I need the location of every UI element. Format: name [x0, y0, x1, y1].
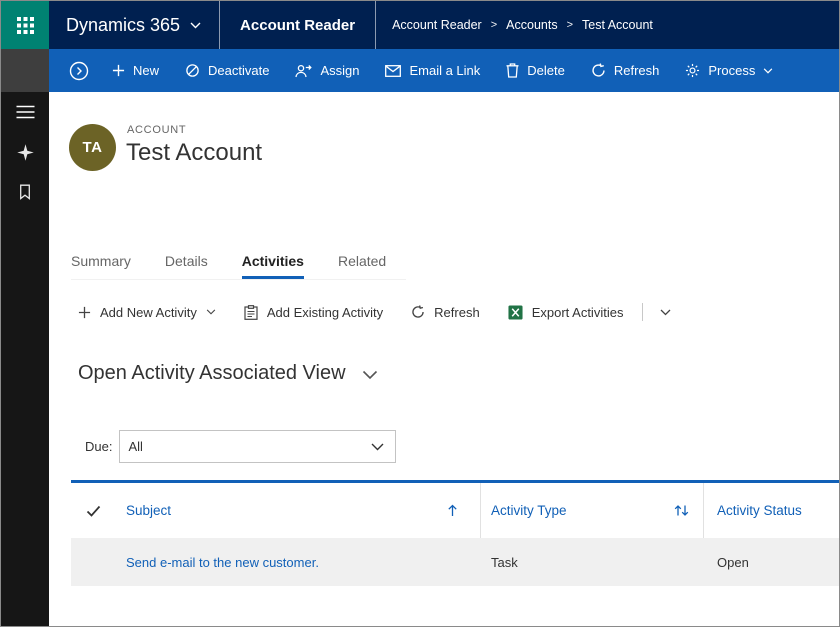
record-set-toggle-button[interactable]: [57, 49, 99, 92]
assign-icon: [295, 64, 312, 78]
column-header-activity-status[interactable]: Activity Status: [704, 483, 839, 538]
breadcrumb-entity[interactable]: Accounts: [506, 18, 557, 32]
view-selector-label: Open Activity Associated View: [78, 362, 346, 385]
command-bar: New Deactivate Assign Email a Link Delet…: [49, 49, 839, 92]
breadcrumb-app[interactable]: Account Reader: [392, 18, 482, 32]
process-button-label: Process: [708, 63, 755, 78]
top-navigation-bar: Dynamics 365 Account Reader Account Read…: [1, 1, 839, 49]
star-icon: [16, 143, 35, 162]
row-activity-status-cell: Open: [704, 555, 839, 570]
bookmark-icon: [18, 184, 32, 200]
record-set-icon: [68, 60, 90, 82]
email-link-button[interactable]: Email a Link: [372, 49, 493, 92]
process-icon: [685, 63, 700, 78]
excel-icon: [508, 305, 523, 320]
chevron-down-icon: [371, 443, 384, 451]
entity-type-label: ACCOUNT: [127, 124, 186, 136]
assign-button[interactable]: Assign: [282, 49, 372, 92]
export-activities-button[interactable]: Export Activities: [494, 305, 638, 320]
toolbar-overflow-button[interactable]: [648, 309, 683, 316]
due-filter-select[interactable]: All: [119, 430, 396, 463]
chevron-down-icon: [660, 309, 671, 316]
delete-button[interactable]: Delete: [493, 49, 578, 92]
refresh-button[interactable]: Refresh: [578, 49, 673, 92]
refresh-button-label: Refresh: [614, 63, 660, 78]
add-existing-activity-button[interactable]: Add Existing Activity: [230, 305, 397, 320]
assign-button-label: Assign: [320, 63, 359, 78]
toolbar-divider: [642, 303, 643, 321]
dynamics-365-window: Dynamics 365 Account Reader Account Read…: [0, 0, 840, 627]
chevron-down-icon: [763, 68, 773, 74]
email-link-button-label: Email a Link: [409, 63, 480, 78]
breadcrumb-record[interactable]: Test Account: [582, 18, 653, 32]
deactivate-icon: [185, 63, 200, 78]
refresh-list-button[interactable]: Refresh: [397, 305, 494, 320]
clipboard-icon: [244, 305, 258, 320]
add-new-activity-label: Add New Activity: [100, 305, 197, 320]
tab-activities[interactable]: Activities: [242, 253, 304, 279]
due-filter-value: All: [128, 439, 142, 454]
process-button[interactable]: Process: [672, 49, 786, 92]
dynamics-home-button[interactable]: Dynamics 365: [49, 1, 219, 49]
row-activity-type-cell: Task: [481, 555, 704, 570]
chevron-down-icon: [362, 370, 378, 380]
main-content: TA ACCOUNT Test Account Summary Details …: [49, 92, 839, 626]
view-selector[interactable]: Open Activity Associated View: [78, 362, 378, 385]
check-icon: [86, 505, 101, 517]
activities-toolbar: Add New Activity Add Existing Activity R…: [71, 297, 683, 327]
export-activities-label: Export Activities: [532, 305, 624, 320]
record-avatar: TA: [69, 124, 116, 171]
select-all-checkbox[interactable]: [71, 483, 126, 538]
sitemap-menu-button[interactable]: [1, 92, 49, 132]
activities-grid: Subject Activity Type Activity Status Se…: [71, 480, 839, 586]
row-subject-cell: Send e-mail to the new customer.: [126, 555, 481, 570]
sidebar-recent-button[interactable]: [1, 132, 49, 172]
delete-button-label: Delete: [527, 63, 565, 78]
plus-icon: [78, 306, 91, 319]
deactivate-button-label: Deactivate: [208, 63, 269, 78]
tab-related[interactable]: Related: [338, 253, 386, 279]
record-title: Test Account: [126, 139, 262, 167]
chevron-down-icon: [190, 22, 201, 29]
sort-ascending-icon: [447, 504, 458, 517]
deactivate-button[interactable]: Deactivate: [172, 49, 282, 92]
grid-header-row: Subject Activity Type Activity Status: [71, 483, 839, 538]
due-filter: Due: All: [85, 430, 396, 463]
refresh-icon: [591, 63, 606, 78]
new-button-label: New: [133, 63, 159, 78]
new-button[interactable]: New: [99, 49, 172, 92]
column-header-activity-type[interactable]: Activity Type: [481, 483, 704, 538]
record-tabs: Summary Details Activities Related: [71, 242, 406, 280]
column-header-subject-label: Subject: [126, 503, 171, 518]
add-new-activity-button[interactable]: Add New Activity: [71, 305, 230, 320]
sort-both-icon: [674, 504, 689, 517]
column-header-activity-type-label: Activity Type: [491, 503, 567, 518]
app-launcher-button[interactable]: [1, 1, 49, 49]
refresh-list-label: Refresh: [434, 305, 480, 320]
tab-summary[interactable]: Summary: [71, 253, 131, 279]
tab-details[interactable]: Details: [165, 253, 208, 279]
left-sidebar: [1, 49, 49, 626]
refresh-icon: [411, 305, 425, 319]
chevron-down-icon: [206, 309, 216, 315]
breadcrumb: Account Reader > Accounts > Test Account: [376, 1, 669, 49]
trash-icon: [506, 63, 519, 78]
column-header-subject[interactable]: Subject: [126, 483, 481, 538]
app-name[interactable]: Account Reader: [220, 1, 375, 49]
plus-icon: [112, 64, 125, 77]
due-filter-label: Due:: [85, 439, 112, 454]
add-existing-activity-label: Add Existing Activity: [267, 305, 383, 320]
brand-label: Dynamics 365: [66, 15, 180, 36]
email-icon: [385, 65, 401, 77]
waffle-icon: [17, 17, 34, 34]
breadcrumb-separator: >: [567, 19, 573, 31]
sidebar-pinned-button[interactable]: [1, 172, 49, 212]
activity-subject-link[interactable]: Send e-mail to the new customer.: [126, 555, 319, 570]
table-row[interactable]: Send e-mail to the new customer. Task Op…: [71, 538, 839, 586]
sidebar-top-strip: [1, 49, 49, 92]
breadcrumb-separator: >: [491, 19, 497, 31]
column-header-activity-status-label: Activity Status: [717, 503, 802, 518]
hamburger-icon: [16, 105, 35, 119]
